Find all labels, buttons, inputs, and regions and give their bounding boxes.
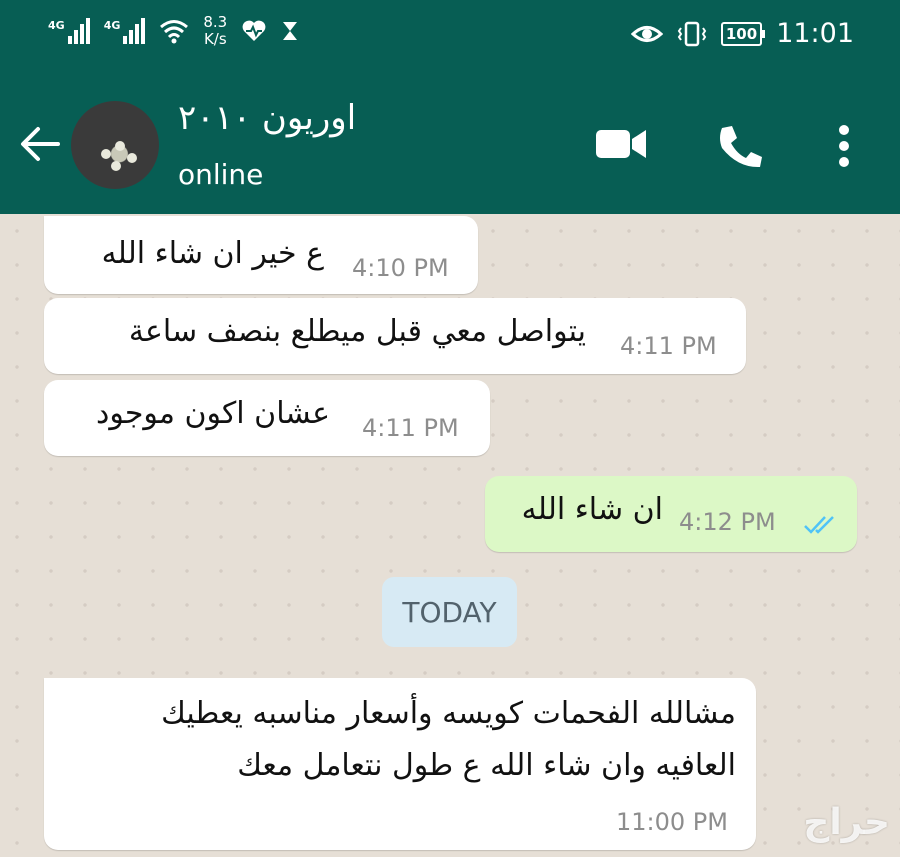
clock: 11:01 — [776, 18, 854, 49]
message-text: ع خير ان شاء الله — [101, 236, 324, 271]
message-time: 4:12 PM — [679, 508, 776, 536]
status-bar: 4G 4G 8.3 K/s 100 11:01 — [0, 0, 900, 74]
hourglass-icon — [283, 22, 298, 40]
speed-unit: K/s — [203, 30, 227, 48]
contact-status: online — [178, 158, 264, 191]
status-bar-left: 4G 4G 8.3 K/s — [48, 14, 299, 48]
back-arrow-icon — [21, 127, 60, 161]
eye-comfort-icon — [630, 25, 663, 42]
phone-icon — [720, 126, 762, 168]
message-bubble-incoming[interactable]: عشان اكون موجود 4:11 PM — [44, 380, 490, 456]
message-time: 4:11 PM — [362, 414, 459, 442]
read-receipt-icon — [804, 516, 834, 534]
video-call-button[interactable] — [594, 124, 648, 168]
battery-indicator: 100 — [720, 21, 766, 46]
vibrate-icon — [677, 21, 707, 46]
signal-bars-icon — [67, 18, 90, 44]
message-text: ان شاء الله — [521, 492, 663, 527]
message-text: عشان اكون موجود — [95, 396, 330, 431]
watermark-logo: حراج — [803, 802, 890, 843]
message-text-line-2: العافيه وان شاء الله ع طول نتعامل معك — [237, 748, 736, 783]
speed-value: 8.3 — [203, 13, 228, 31]
more-options-button[interactable] — [836, 124, 852, 172]
health-heart-icon — [242, 20, 266, 41]
message-time: 11:00 PM — [616, 808, 728, 836]
message-bubble-incoming[interactable]: ع خير ان شاء الله 4:10 PM — [44, 216, 478, 294]
contact-name[interactable]: اوريون ٢٠١٠ — [178, 98, 356, 138]
more-vertical-icon — [839, 125, 849, 167]
message-bubble-outgoing[interactable]: ان شاء الله 4:12 PM — [485, 476, 857, 552]
message-text-line-1: مشالله الفحمات كويسه وأسعار مناسبه يعطيك — [161, 696, 736, 731]
message-time: 4:11 PM — [620, 332, 717, 360]
message-text: يتواصل معي قبل ميطلع بنصف ساعة — [128, 314, 586, 349]
message-bubble-incoming[interactable]: يتواصل معي قبل ميطلع بنصف ساعة 4:11 PM — [44, 298, 746, 374]
signal-2: 4G — [104, 18, 146, 44]
network-type-1: 4G — [48, 19, 65, 32]
message-time: 4:10 PM — [352, 254, 449, 282]
chat-header: اوريون ٢٠١٠ online — [0, 74, 900, 214]
network-speed: 8.3 K/s — [203, 14, 227, 48]
wifi-icon — [160, 20, 189, 44]
signal-bars-icon — [123, 18, 146, 44]
video-camera-icon — [596, 130, 646, 158]
date-divider: TODAY — [382, 577, 517, 647]
status-bar-right: 100 11:01 — [630, 18, 854, 49]
voice-call-button[interactable] — [716, 124, 764, 174]
signal-1: 4G — [48, 18, 90, 44]
network-type-2: 4G — [103, 19, 121, 32]
message-bubble-incoming[interactable]: مشالله الفحمات كويسه وأسعار مناسبه يعطيك… — [44, 678, 756, 850]
back-button[interactable] — [18, 124, 62, 168]
contact-avatar[interactable] — [71, 101, 159, 189]
chat-area[interactable]: ع خير ان شاء الله 4:10 PM يتواصل معي قبل… — [0, 214, 900, 857]
